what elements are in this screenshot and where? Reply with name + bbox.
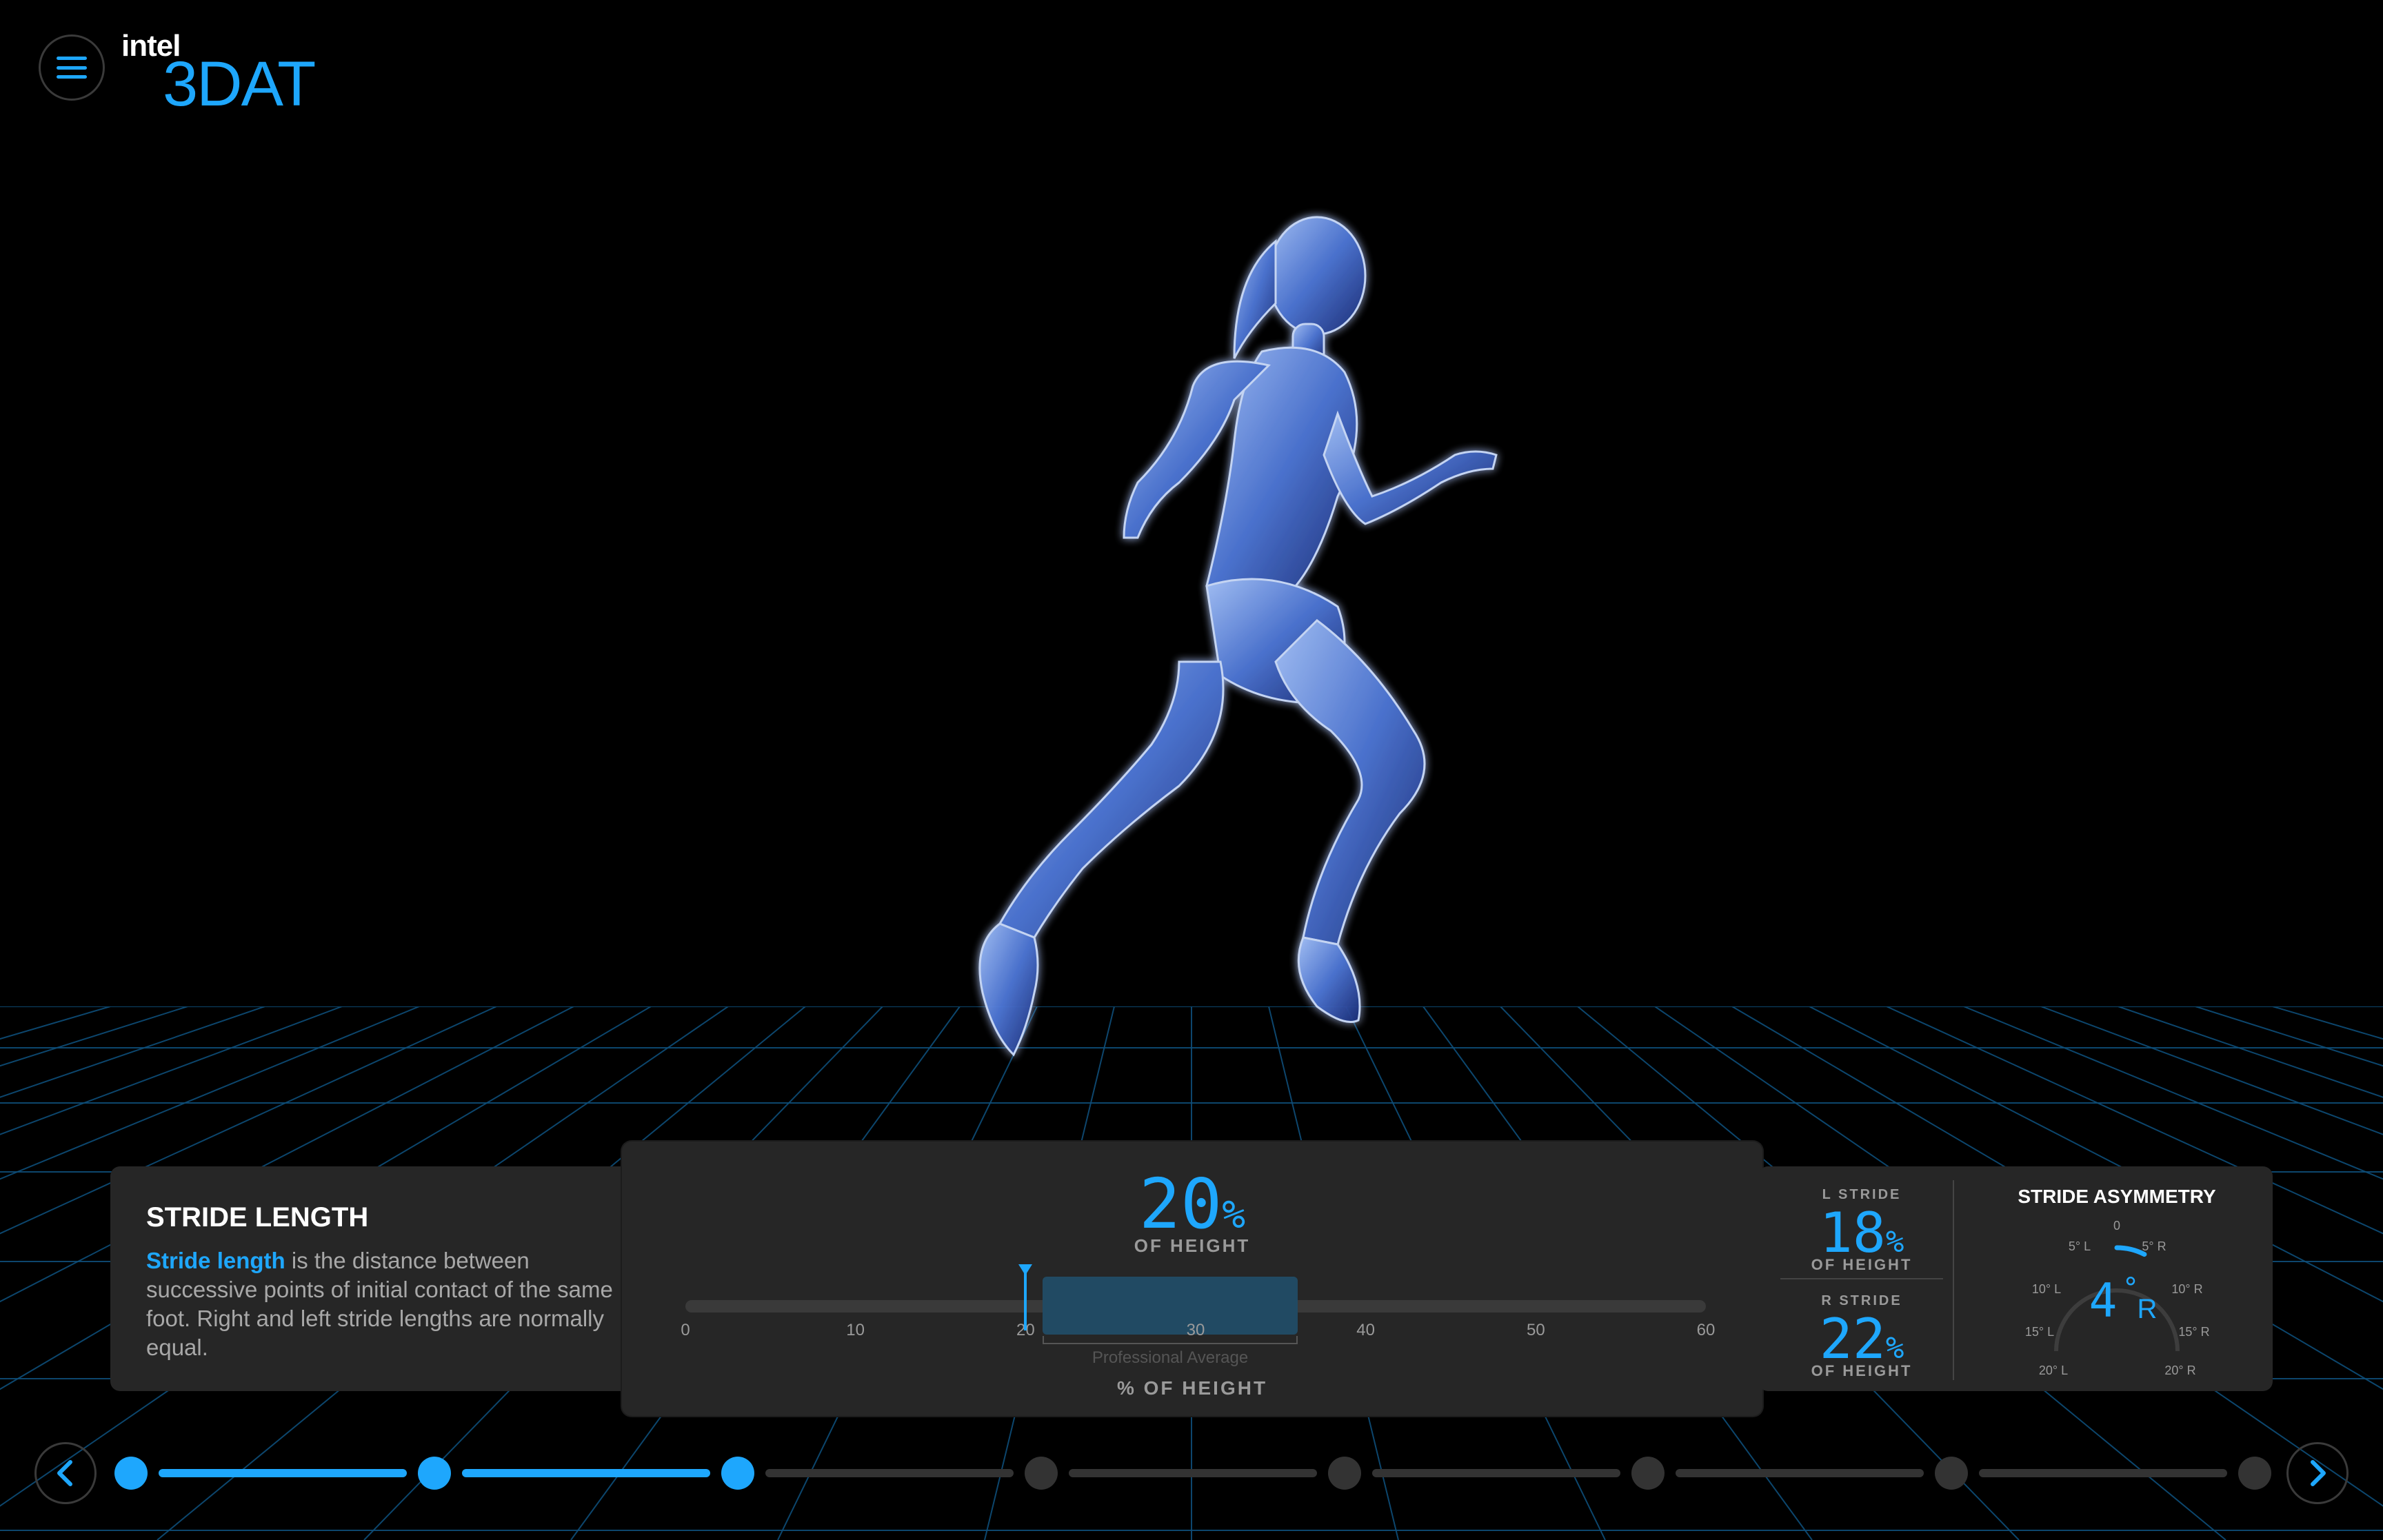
- main-value-sublabel: OF HEIGHT: [1134, 1235, 1251, 1256]
- metric-description: Stride length is the distance between su…: [146, 1246, 615, 1362]
- gauge-tick-15l: 15° L: [2025, 1325, 2054, 1339]
- professional-range-band: [1043, 1277, 1298, 1335]
- step-dot[interactable]: [1328, 1457, 1361, 1490]
- step-connector: [1676, 1469, 1924, 1477]
- hamburger-icon: [57, 57, 87, 79]
- step-connector: [159, 1469, 407, 1477]
- gauge-tick-20r: 20° R: [2164, 1364, 2195, 1377]
- panel-divider: [1953, 1180, 1954, 1380]
- step-connector: [765, 1469, 1014, 1477]
- runner-figure: [978, 216, 1498, 1057]
- stride-breakdown-panel: L STRIDE 18% OF HEIGHT R STRIDE 22% OF H…: [1758, 1166, 2273, 1391]
- step-progress: [0, 1442, 2383, 1504]
- metric-info-panel: STRIDE LENGTH Stride length is the dista…: [110, 1166, 634, 1391]
- scale-tick-40: 40: [1356, 1321, 1376, 1339]
- l-stride-sublabel: OF HEIGHT: [1811, 1256, 1913, 1273]
- step-dot[interactable]: [721, 1457, 754, 1490]
- step-connector: [1372, 1469, 1620, 1477]
- asymmetry-degree: °: [2122, 1273, 2139, 1304]
- step-dot[interactable]: [1935, 1457, 1968, 1490]
- r-stride-sublabel: OF HEIGHT: [1811, 1362, 1913, 1379]
- gauge-tick-10r: 10° R: [2171, 1282, 2202, 1296]
- metric-description-highlight: Stride length: [146, 1248, 285, 1273]
- scale-tick-0: 0: [681, 1321, 690, 1339]
- gauge-tick-15r: 15° R: [2178, 1325, 2209, 1339]
- step-dot[interactable]: [1631, 1457, 1665, 1490]
- scale-tick-50: 50: [1526, 1321, 1545, 1339]
- asymmetry-side: R: [2138, 1294, 2158, 1324]
- step-connector: [1979, 1469, 2227, 1477]
- value-marker[interactable]: [1017, 1264, 1034, 1330]
- logo-product: 3DAT: [163, 49, 316, 119]
- scale-tick-10: 10: [846, 1321, 865, 1339]
- gauge-tick-5r: 5° R: [2142, 1239, 2166, 1253]
- asymmetry-title: STRIDE ASYMMETRY: [2018, 1186, 2216, 1207]
- main-value-unit: %: [1222, 1193, 1246, 1237]
- asymmetry-gauge: 0 5° L 10° L 15° L 20° L 5° R 10° R 15° …: [2025, 1219, 2210, 1377]
- step-dot[interactable]: [2238, 1457, 2271, 1490]
- gauge-tick-0: 0: [2113, 1219, 2120, 1233]
- main-value-number: 20: [1138, 1164, 1223, 1244]
- step-connector: [462, 1469, 710, 1477]
- asymmetry-gauge-arc: [2114, 1245, 2147, 1257]
- step-dot[interactable]: [114, 1457, 148, 1490]
- app-logo: intel 3DAT: [121, 29, 342, 119]
- step-dot[interactable]: [418, 1457, 451, 1490]
- professional-average-label: Professional Average: [1092, 1348, 1249, 1367]
- step-dot[interactable]: [1025, 1457, 1058, 1490]
- step-connector: [1069, 1469, 1317, 1477]
- r-stride-unit: %: [1885, 1330, 1904, 1366]
- gauge-tick-10l: 10° L: [2032, 1282, 2061, 1296]
- l-stride-unit: %: [1885, 1224, 1904, 1259]
- stride-scale-panel: 20% OF HEIGHT 0102030405060 Professional…: [622, 1142, 1762, 1416]
- menu-button[interactable]: [39, 34, 105, 101]
- asymmetry-value: 4: [2089, 1274, 2118, 1328]
- scale-axis-label: % OF HEIGHT: [1116, 1377, 1268, 1399]
- scale-tick-60: 60: [1696, 1321, 1716, 1339]
- professional-range-bracket: [1043, 1336, 1298, 1344]
- gauge-tick-20l: 20° L: [2039, 1364, 2068, 1377]
- gauge-tick-5l: 5° L: [2069, 1239, 2091, 1253]
- main-value: 20%: [622, 1164, 1762, 1244]
- stride-divider: [1780, 1278, 1943, 1279]
- metric-title: STRIDE LENGTH: [146, 1202, 369, 1233]
